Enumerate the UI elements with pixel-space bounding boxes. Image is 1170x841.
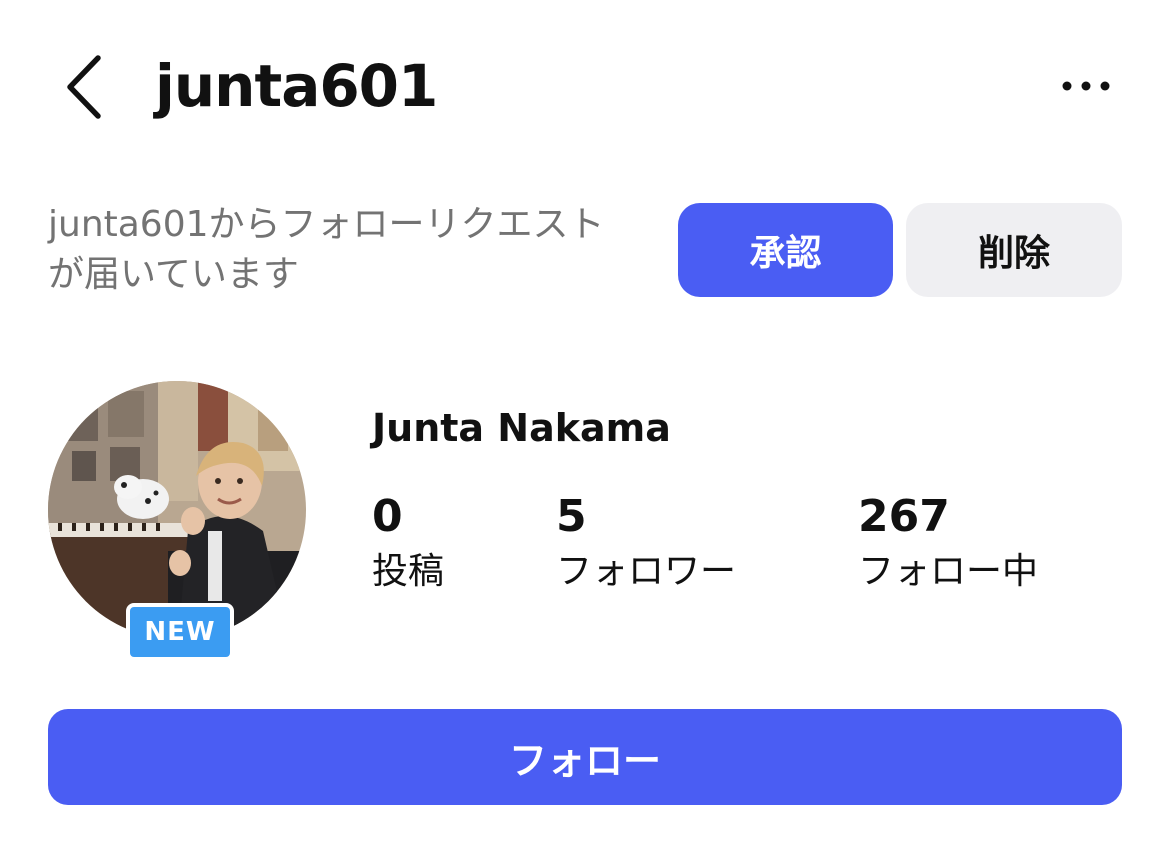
follow-request-message: junta601からフォローリクエストが届いています [48,204,605,295]
more-horizontal-icon [1062,81,1110,91]
follow-button[interactable]: フォロー [48,709,1122,805]
page-title: junta601 [155,52,438,120]
posts-stat[interactable]: 0 投稿 [372,488,444,598]
posts-count: 0 [372,491,403,542]
display-name: Junta Nakama [372,406,671,450]
new-badge: NEW [126,603,234,661]
following-count: 267 [858,491,950,542]
followers-stat[interactable]: 5 フォロワー [556,488,736,598]
followers-label: フォロワー [556,551,737,592]
approve-button[interactable]: 承認 [678,203,893,297]
delete-button[interactable]: 削除 [906,203,1122,297]
posts-label: 投稿 [372,551,445,592]
followers-count: 5 [556,491,587,542]
following-stat[interactable]: 267 フォロー中 [858,488,1038,598]
profile-photo [48,381,306,639]
avatar-container: NEW [48,381,306,661]
avatar[interactable] [48,381,306,639]
profile-page: junta601 junta601からフォローリクエストが届いています 承認 削… [0,0,1170,841]
more-options-button[interactable] [1058,70,1114,102]
chevron-left-icon [67,55,101,119]
following-label: フォロー中 [858,551,1039,592]
back-button[interactable] [58,52,114,122]
